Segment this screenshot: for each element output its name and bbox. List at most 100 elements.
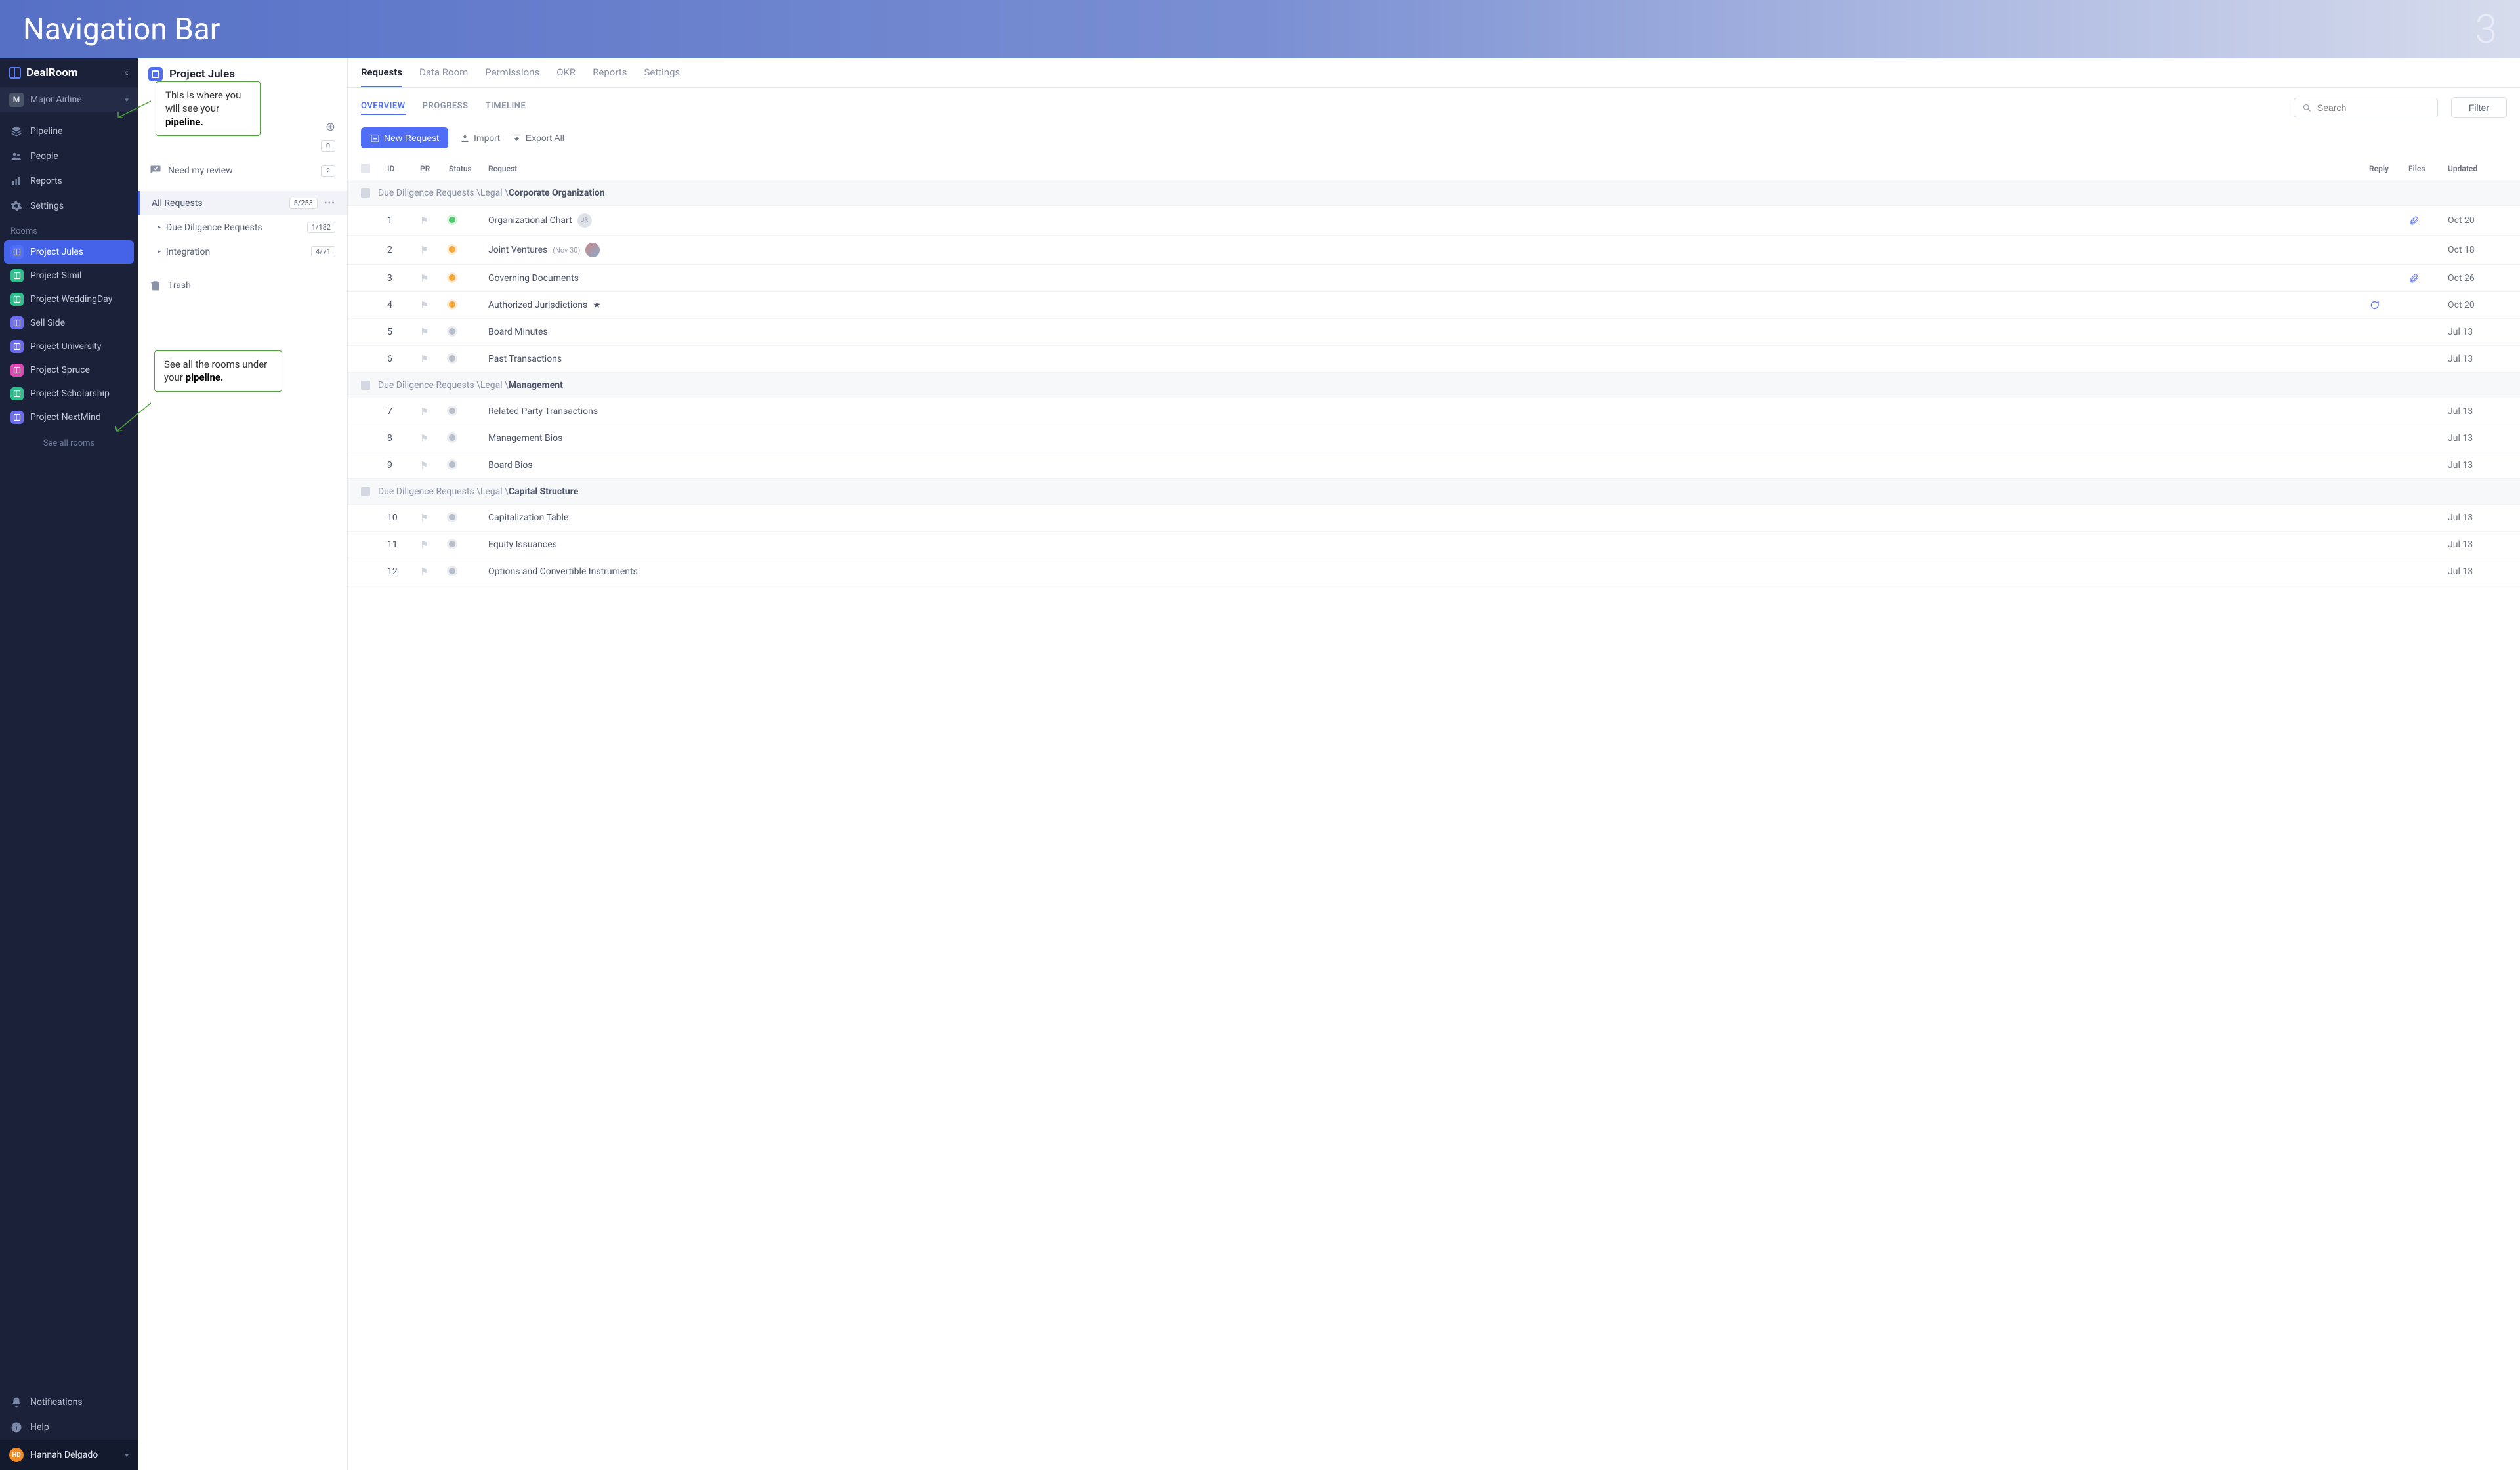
status-dot xyxy=(449,434,455,441)
flag-icon[interactable]: ⚑ xyxy=(420,512,449,524)
comment-icon[interactable] xyxy=(2369,300,2408,310)
table-group-header[interactable]: Due Diligence Requests \Legal \Capital S… xyxy=(348,479,2520,505)
flag-icon[interactable]: ⚑ xyxy=(420,432,449,444)
flag-icon[interactable]: ⚑ xyxy=(420,566,449,578)
table-row[interactable]: 4 ⚑ Authorized Jurisdictions ★ Oct 20 xyxy=(348,292,2520,319)
tree-item-due-diligence[interactable]: ▸ Due Diligence Requests 1/182 xyxy=(138,215,347,240)
tab-okr[interactable]: OKR xyxy=(556,66,576,87)
request-title: Equity Issuances xyxy=(488,539,557,550)
nav-notifications[interactable]: Notifications xyxy=(0,1390,138,1415)
room-icon xyxy=(10,411,24,424)
export-button[interactable]: Export All xyxy=(512,133,564,143)
table-row[interactable]: 3 ⚑ Governing Documents Oct 26 xyxy=(348,265,2520,292)
subtab-progress[interactable]: PROGRESS xyxy=(423,101,469,115)
request-title: Management Bios xyxy=(488,433,562,444)
filter-need-review[interactable]: Need my review 2 xyxy=(138,158,347,183)
filter-assigned-to-me[interactable]: · 0 xyxy=(138,140,347,158)
flag-icon[interactable]: ⚑ xyxy=(420,459,449,471)
flag-icon[interactable]: ⚑ xyxy=(420,326,449,338)
status-dot xyxy=(449,355,455,362)
import-button[interactable]: Import xyxy=(460,133,500,143)
calendar-plus-icon xyxy=(370,133,380,143)
status-dot xyxy=(449,246,455,253)
cell-updated: Jul 13 xyxy=(2448,406,2507,417)
rooms-section-label: Rooms xyxy=(0,219,138,240)
user-menu[interactable]: HD Hannah Delgado ▾ xyxy=(0,1440,138,1470)
app-root: DealRoom « M Major Airline ▾ Pipeline Pe… xyxy=(0,58,2520,1470)
table-row[interactable]: 10 ⚑ Capitalization Table Jul 13 xyxy=(348,505,2520,532)
add-list-button[interactable]: ⊕ xyxy=(326,120,335,134)
nav-label: Pipeline xyxy=(30,126,63,136)
select-all-checkbox[interactable] xyxy=(361,164,370,173)
flag-icon[interactable]: ⚑ xyxy=(420,215,449,226)
flag-icon[interactable]: ⚑ xyxy=(420,406,449,417)
search-input-wrapper[interactable] xyxy=(2294,98,2438,117)
nav-people[interactable]: People xyxy=(0,144,138,169)
tab-data-room[interactable]: Data Room xyxy=(419,66,468,87)
new-request-button[interactable]: New Request xyxy=(361,127,448,148)
sidebar-room-item[interactable]: Project University xyxy=(4,335,134,358)
request-title: Board Minutes xyxy=(488,327,548,337)
tab-requests[interactable]: Requests xyxy=(361,66,402,87)
sidebar-room-item[interactable]: Project Simil xyxy=(4,264,134,287)
main-content: Requests Data Room Permissions OKR Reports Se… xyxy=(348,58,2520,1470)
table-header: ID PR Status Request Reply Files Updated xyxy=(348,158,2520,180)
cell-id: 3 xyxy=(387,273,420,284)
table-row[interactable]: 8 ⚑ Management Bios Jul 13 xyxy=(348,425,2520,452)
table-row[interactable]: 12 ⚑ Options and Convertible Instruments… xyxy=(348,558,2520,585)
assignee-avatar: JR xyxy=(578,213,592,228)
table-row[interactable]: 2 ⚑ Joint Ventures (Nov 30) Oct 18 xyxy=(348,236,2520,265)
room-icon xyxy=(10,387,24,400)
flag-icon[interactable]: ⚑ xyxy=(420,272,449,284)
paperclip-icon[interactable] xyxy=(2408,215,2448,226)
cell-files xyxy=(2408,215,2448,226)
caret-right-icon: ▸ xyxy=(158,224,161,231)
flag-icon[interactable]: ⚑ xyxy=(420,299,449,311)
col-reply: Reply xyxy=(2369,164,2408,173)
action-bar: New Request Import Export All xyxy=(348,127,2520,158)
table-row[interactable]: 5 ⚑ Board Minutes Jul 13 xyxy=(348,319,2520,346)
paperclip-icon[interactable] xyxy=(2408,273,2448,284)
flag-icon[interactable]: ⚑ xyxy=(420,539,449,551)
flag-icon[interactable]: ⚑ xyxy=(420,353,449,365)
request-title: Capitalization Table xyxy=(488,513,568,523)
tab-settings[interactable]: Settings xyxy=(644,66,680,87)
subtab-overview[interactable]: OVERVIEW xyxy=(361,101,406,115)
table-group-header[interactable]: Due Diligence Requests \Legal \Corporate… xyxy=(348,180,2520,206)
table-row[interactable]: 1 ⚑ Organizational Chart JR Oct 20 xyxy=(348,206,2520,236)
group-checkbox[interactable] xyxy=(361,381,370,390)
count-badge: 4/71 xyxy=(311,246,335,257)
table-group-header[interactable]: Due Diligence Requests \Legal \Managemen… xyxy=(348,373,2520,398)
nav-settings[interactable]: Settings xyxy=(0,194,138,219)
group-checkbox[interactable] xyxy=(361,487,370,496)
caret-right-icon: ▸ xyxy=(158,248,161,255)
table-row[interactable]: 6 ⚑ Past Transactions Jul 13 xyxy=(348,346,2520,373)
sidebar-room-item[interactable]: Project Jules xyxy=(4,240,134,264)
table-row[interactable]: 9 ⚑ Board Bios Jul 13 xyxy=(348,452,2520,479)
sidebar-room-item[interactable]: Sell Side xyxy=(4,311,134,335)
table-row[interactable]: 11 ⚑ Equity Issuances Jul 13 xyxy=(348,532,2520,558)
all-requests[interactable]: All Requests 5/253 ••• xyxy=(138,191,347,215)
nav-pipeline[interactable]: Pipeline xyxy=(0,119,138,144)
tree-item-integration[interactable]: ▸ Integration 4/71 xyxy=(138,240,347,264)
filter-button[interactable]: Filter xyxy=(2451,97,2507,118)
cell-id: 6 xyxy=(387,354,420,364)
nav-help[interactable]: Help xyxy=(0,1415,138,1440)
subtab-timeline[interactable]: TIMELINE xyxy=(486,101,526,115)
pipeline-name: Major Airline xyxy=(30,94,82,105)
more-icon[interactable]: ••• xyxy=(324,198,335,209)
sidebar-room-item[interactable]: Project Spruce xyxy=(4,358,134,382)
tab-permissions[interactable]: Permissions xyxy=(485,66,539,87)
collapse-sidebar-button[interactable]: « xyxy=(124,68,129,78)
requests-table: ID PR Status Request Reply Files Updated… xyxy=(348,158,2520,1470)
group-checkbox[interactable] xyxy=(361,188,370,198)
search-input[interactable] xyxy=(2317,102,2429,113)
nav-reports[interactable]: Reports xyxy=(0,169,138,194)
sidebar-room-item[interactable]: Project WeddingDay xyxy=(4,287,134,311)
flag-icon[interactable]: ⚑ xyxy=(420,244,449,256)
trash-link[interactable]: Trash xyxy=(138,273,347,298)
cell-id: 4 xyxy=(387,300,420,310)
export-icon xyxy=(512,133,522,143)
table-row[interactable]: 7 ⚑ Related Party Transactions Jul 13 xyxy=(348,398,2520,425)
tab-reports[interactable]: Reports xyxy=(593,66,627,87)
